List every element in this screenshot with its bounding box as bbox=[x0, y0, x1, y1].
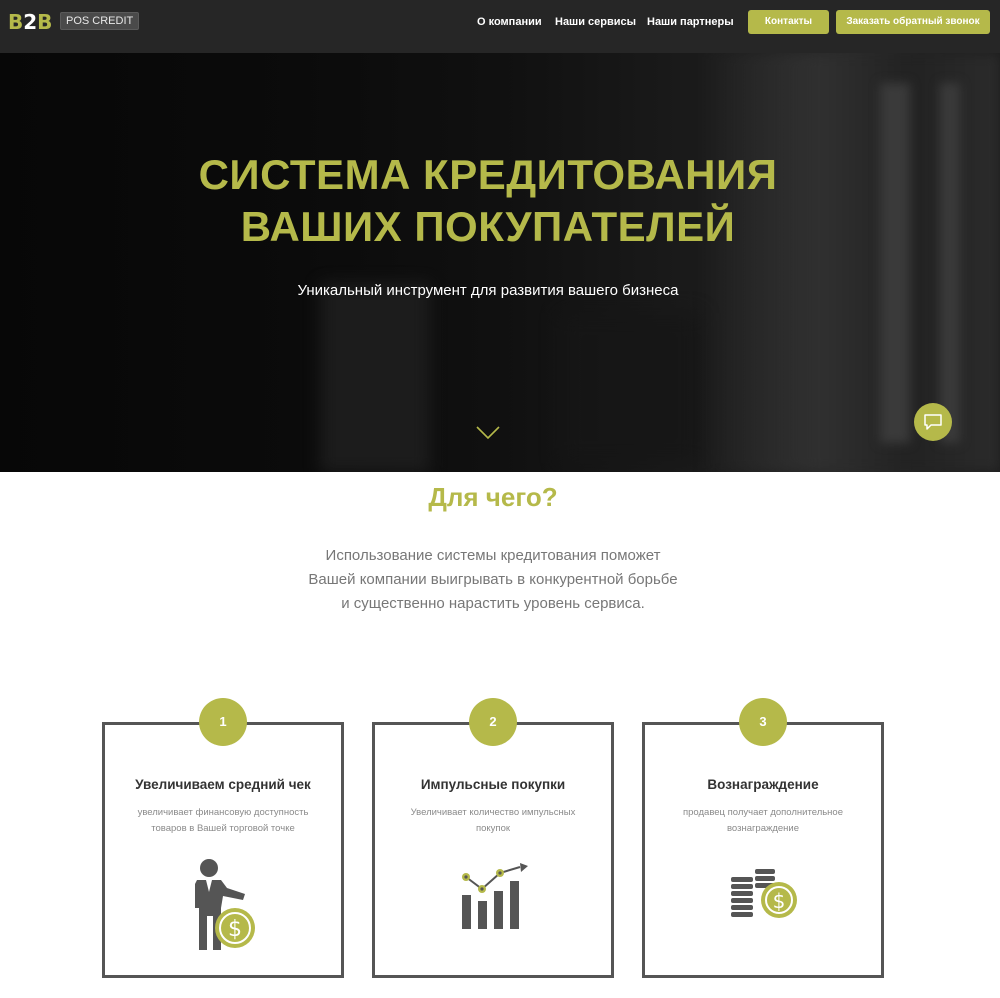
contacts-button[interactable]: Контакты bbox=[748, 10, 829, 34]
step-number-badge: 3 bbox=[739, 698, 787, 746]
nav-about[interactable]: О компании bbox=[477, 16, 542, 28]
coins-dollar-icon: $ bbox=[731, 869, 797, 918]
growth-chart-icon bbox=[462, 863, 528, 929]
hero-title-line1: СИСТЕМА КРЕДИТОВАНИЯ bbox=[198, 151, 778, 198]
svg-text:$: $ bbox=[773, 889, 786, 913]
hero-background-shape bbox=[320, 283, 430, 472]
card-description: увеличивает финансовую доступность товар… bbox=[137, 807, 309, 834]
section-text: Использование системы кредитования помож… bbox=[308, 547, 678, 612]
feature-card: Увеличиваем средний чек увеличивает фина… bbox=[102, 722, 344, 978]
nav-services[interactable]: Наши сервисы bbox=[555, 16, 636, 28]
chat-button[interactable] bbox=[914, 403, 952, 441]
step-number-badge: 1 bbox=[199, 698, 247, 746]
step-number-badge: 2 bbox=[469, 698, 517, 746]
card-description: Увеличивает количество импульсных покупо… bbox=[410, 807, 576, 834]
card-description: продавец получает дополнительное вознагр… bbox=[683, 807, 843, 834]
hero-section: СИСТЕМА КРЕДИТОВАНИЯ ВАШИХ ПОКУПАТЕЛЕЙ У… bbox=[0, 53, 1000, 472]
feature-card: Импульсные покупки Увеличивает количеств… bbox=[372, 722, 614, 978]
hero-subtitle: Уникальный инструмент для развития вашег… bbox=[297, 282, 679, 299]
section-title: Для чего? bbox=[428, 482, 558, 512]
chat-bubble-icon bbox=[924, 414, 942, 430]
hero-background-shape bbox=[880, 83, 910, 443]
svg-text:$: $ bbox=[228, 917, 242, 942]
callback-button[interactable]: Заказать обратный звонок bbox=[836, 10, 990, 34]
card-title: Увеличиваем средний чек bbox=[135, 777, 311, 792]
card-title: Импульсные покупки bbox=[420, 777, 566, 792]
nav-partners[interactable]: Наши партнеры bbox=[647, 16, 734, 28]
hero-background-shape bbox=[560, 313, 700, 463]
hero-title-line2: ВАШИХ ПОКУПАТЕЛЕЙ bbox=[240, 203, 736, 250]
header: B2B POS CREDIT О компании Наши сервисы Н… bbox=[0, 0, 1000, 53]
chevron-down-icon[interactable] bbox=[476, 426, 500, 440]
page: B2B POS CREDIT О компании Наши сервисы Н… bbox=[0, 0, 1000, 998]
card-title: Вознаграждение bbox=[707, 777, 819, 792]
hero-background-shape bbox=[940, 83, 960, 443]
logo[interactable]: B2B bbox=[8, 10, 52, 34]
logo-digit-2: 2 bbox=[23, 10, 38, 34]
hero-title: СИСТЕМА КРЕДИТОВАНИЯ ВАШИХ ПОКУПАТЕЛЕЙ bbox=[0, 149, 976, 253]
feature-card: Вознаграждение продавец получает дополни… bbox=[642, 722, 884, 978]
businessman-dollar-icon: $ bbox=[195, 859, 255, 950]
logo-badge: POS CREDIT bbox=[60, 12, 140, 30]
logo-letter-b2: B bbox=[37, 10, 53, 34]
logo-letter-b: B bbox=[8, 10, 24, 34]
